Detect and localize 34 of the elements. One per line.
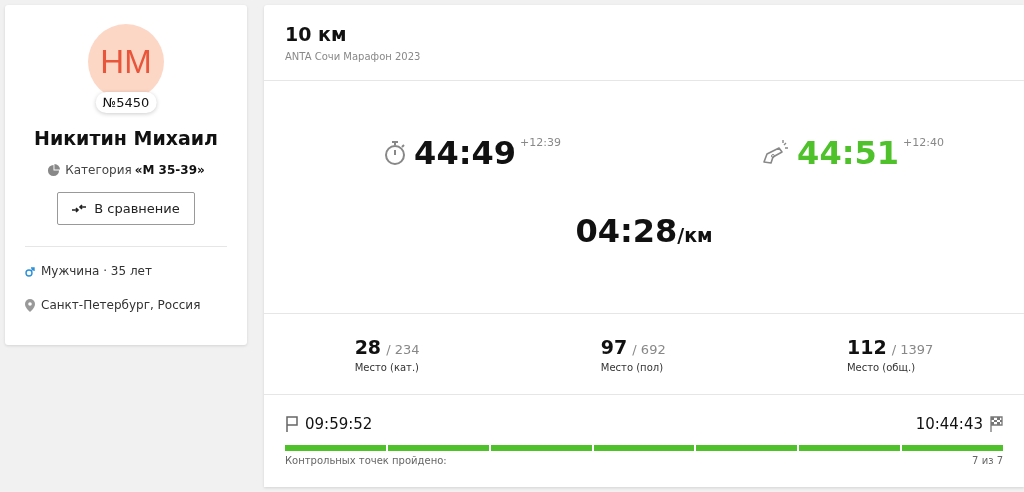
- category-value: «М 35-39»: [134, 163, 205, 177]
- place-number: 28: [354, 335, 382, 358]
- athlete-name: Никитин Михаил: [34, 127, 218, 149]
- checkpoints-count: 7 из 7: [972, 455, 1003, 466]
- flag-icon: [285, 416, 299, 432]
- pace-value: 04:28: [575, 212, 678, 250]
- distance-title: 10 км: [285, 23, 348, 45]
- time-gap: +12:39: [519, 136, 561, 149]
- place-total: / 1397: [891, 341, 934, 357]
- place-label: Место (общ.): [846, 361, 917, 373]
- event-name: ANTA Сочи Марафон 2023: [285, 51, 422, 62]
- checkered-flag-icon: [989, 416, 1003, 432]
- city: Санкт-Петербург, Россия: [41, 298, 201, 312]
- start-time: 09:59:52: [305, 415, 373, 433]
- pie-chart-icon: [47, 163, 61, 177]
- finish-clock-time: 10:44:43: [915, 415, 983, 433]
- checkpoints-label: Контрольных точек пройдено:: [285, 455, 447, 466]
- time-gap: +12:40: [902, 136, 944, 149]
- place-number: 112: [846, 335, 887, 358]
- compare-button[interactable]: В сравнение: [57, 192, 195, 225]
- finish-time: 44:49: [414, 134, 516, 172]
- pace-unit: /км: [677, 224, 713, 246]
- swap-arrows-icon: [72, 203, 87, 214]
- place-number: 97: [600, 335, 628, 358]
- stopwatch-icon: [384, 140, 407, 166]
- place-total: / 692: [632, 341, 666, 357]
- place-total: / 234: [386, 341, 420, 357]
- gender-age: Мужчина · 35 лет: [41, 264, 152, 278]
- finish-time: 44:51: [797, 134, 899, 172]
- category-label: Категория: [65, 163, 132, 177]
- place-label: Место (пол): [600, 361, 665, 373]
- male-icon: [25, 265, 35, 277]
- location-pin-icon: [25, 298, 35, 312]
- place-label: Место (кат.): [354, 361, 420, 373]
